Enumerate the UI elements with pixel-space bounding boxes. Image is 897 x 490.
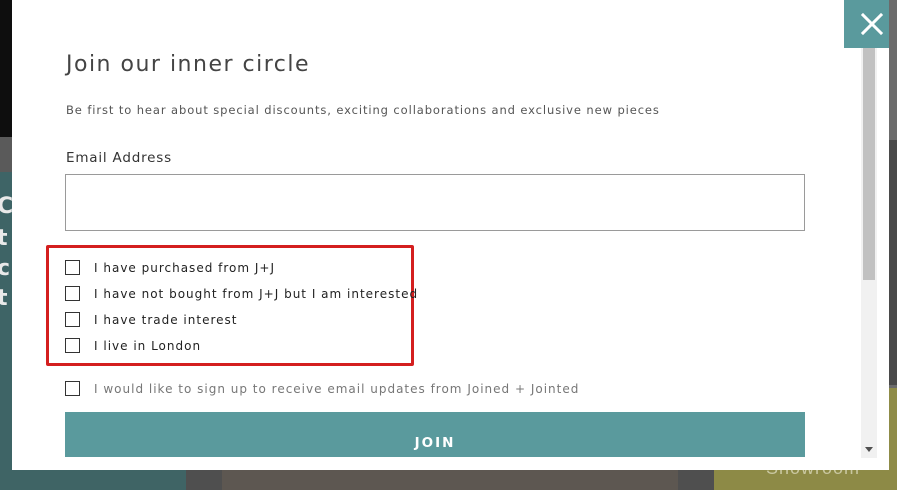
background-image xyxy=(222,470,678,490)
checkbox-label: I have not bought from J+J but I am inte… xyxy=(94,286,419,301)
scrollbar-thumb[interactable] xyxy=(863,48,875,280)
checkbox-newsletter[interactable] xyxy=(65,381,80,396)
checkbox-label: I have trade interest xyxy=(94,312,238,327)
join-button[interactable]: JOIN xyxy=(65,412,805,457)
checkbox-row-london[interactable]: I live in London xyxy=(65,338,201,353)
checkbox-row-purchased[interactable]: I have purchased from J+J xyxy=(65,260,275,275)
background-letter: t xyxy=(0,286,8,311)
close-button[interactable] xyxy=(844,0,889,48)
close-icon xyxy=(861,13,883,35)
checkbox-trade[interactable] xyxy=(65,312,80,327)
scroll-down-arrow-icon[interactable] xyxy=(861,442,877,456)
background-letter: t xyxy=(0,226,8,251)
modal-title: Join our inner circle xyxy=(66,52,311,77)
background-footer: Showroom xyxy=(0,458,897,490)
background-tile: Showroom xyxy=(714,458,897,490)
checkbox-row-newsletter[interactable]: I would like to sign up to receive email… xyxy=(65,381,579,396)
checkbox-label: I have purchased from J+J xyxy=(94,260,275,275)
checkbox-row-interested[interactable]: I have not bought from J+J but I am inte… xyxy=(65,286,418,301)
background-panel xyxy=(889,140,897,385)
scrollbar[interactable] xyxy=(861,48,877,458)
checkbox-label: I live in London xyxy=(94,338,202,353)
checkbox-interested[interactable] xyxy=(65,286,80,301)
background-letter: c xyxy=(0,256,11,281)
background-image xyxy=(0,0,12,137)
checkbox-row-trade[interactable]: I have trade interest xyxy=(65,312,237,327)
signup-modal: Join our inner circle Be first to hear a… xyxy=(12,0,889,470)
checkbox-purchased[interactable] xyxy=(65,260,80,275)
background-panel xyxy=(889,388,897,478)
email-field[interactable] xyxy=(65,174,805,231)
modal-subtitle: Be first to hear about special discounts… xyxy=(66,103,660,117)
background-tile xyxy=(0,470,186,490)
email-label: Email Address xyxy=(66,150,172,166)
newsletter-label: I would like to sign up to receive email… xyxy=(94,381,580,396)
checkbox-london[interactable] xyxy=(65,338,80,353)
background-panel: C t c t xyxy=(0,172,13,490)
